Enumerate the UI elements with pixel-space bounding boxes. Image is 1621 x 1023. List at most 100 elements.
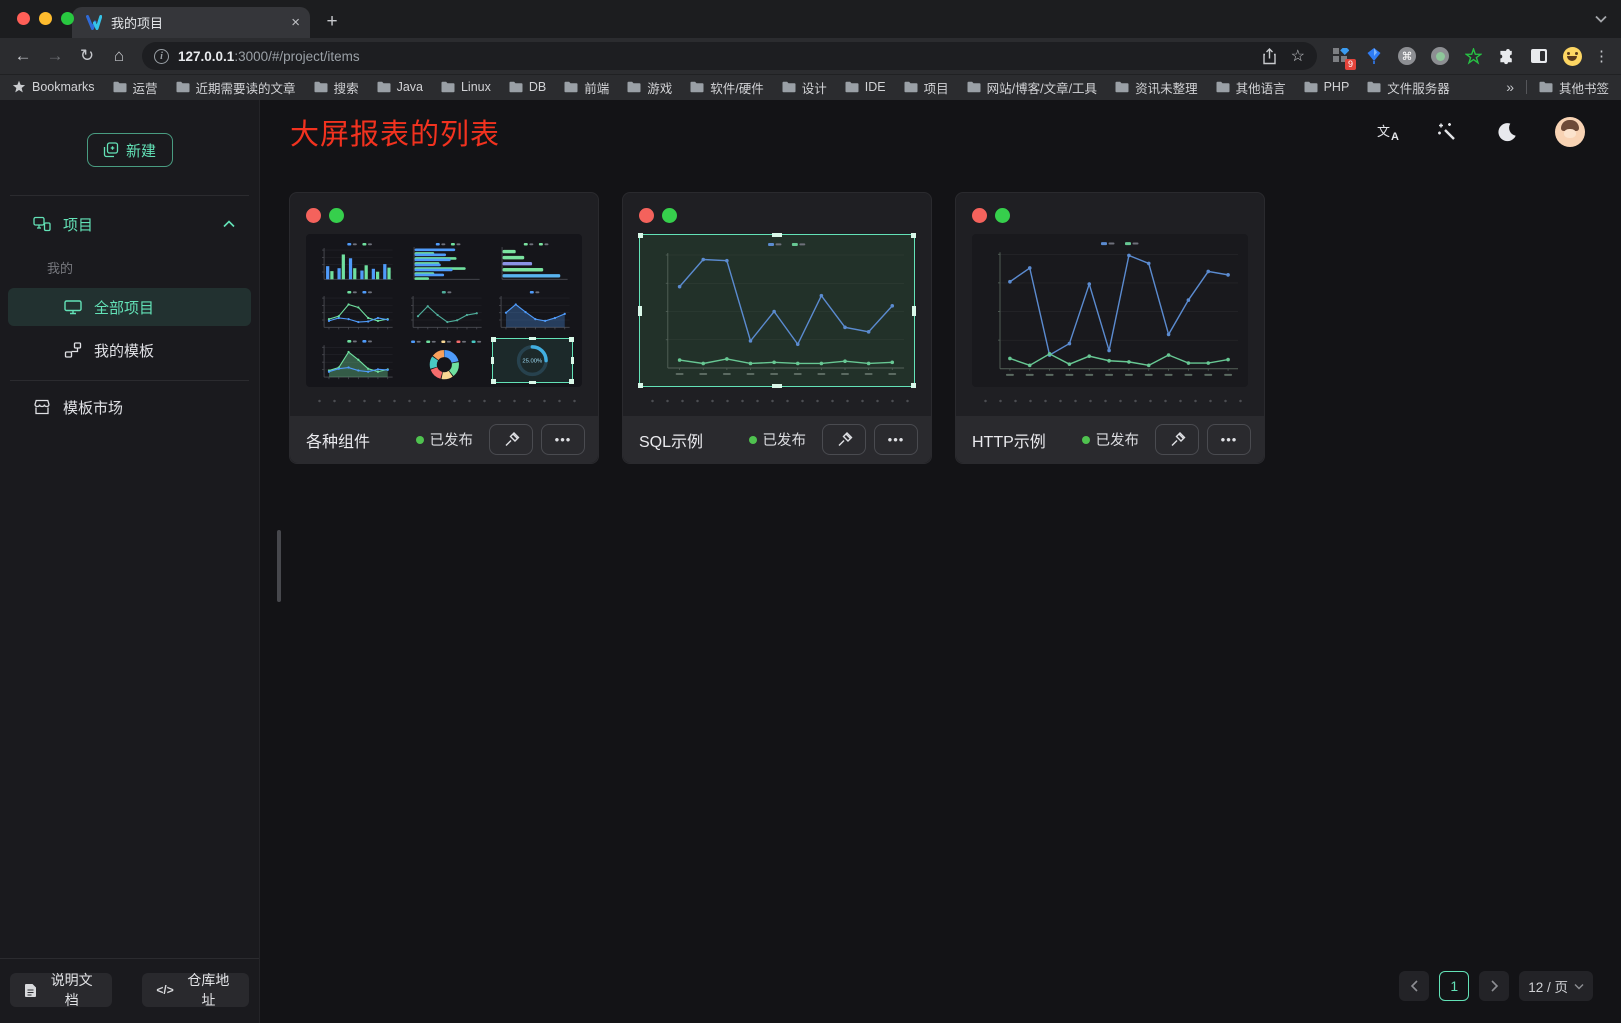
profile-avatar-icon[interactable] xyxy=(1562,46,1582,66)
selection-handle[interactable] xyxy=(529,337,536,340)
more-button[interactable]: ••• xyxy=(541,424,585,455)
template-flow-icon xyxy=(64,342,82,358)
new-project-button[interactable]: 新建 xyxy=(87,133,173,167)
red-dot xyxy=(972,208,987,223)
bookmarks-root[interactable]: Bookmarks xyxy=(12,80,95,94)
magic-wand-icon[interactable] xyxy=(1435,120,1459,144)
address-bar[interactable]: i 127.0.0.1:3000/#/project/items ☆ xyxy=(142,42,1317,70)
chevron-up-icon[interactable] xyxy=(223,220,235,228)
selected-component[interactable]: 25.00% xyxy=(492,338,573,383)
bookmark-folder[interactable]: 资讯未整理 xyxy=(1115,78,1198,97)
page-number-button[interactable]: 1 xyxy=(1439,971,1469,1001)
next-page-button[interactable] xyxy=(1479,971,1509,1001)
other-bookmarks-folder[interactable]: 其他书签 xyxy=(1539,78,1609,97)
page-size-select[interactable]: 12 / 页 xyxy=(1519,971,1593,1001)
bookmark-folder[interactable]: IDE xyxy=(845,80,886,94)
selection-handle[interactable] xyxy=(772,233,782,237)
selection-handle[interactable] xyxy=(638,233,643,238)
bookmark-folder[interactable]: 运营 xyxy=(113,78,158,97)
close-window-button[interactable] xyxy=(17,12,30,25)
bookmark-folder[interactable]: 软件/硬件 xyxy=(690,78,763,97)
selection-handle[interactable] xyxy=(569,379,574,384)
browser-toolbar: ← → ↻ ⌂ i 127.0.0.1:3000/#/project/items… xyxy=(0,38,1621,74)
sidebar-item-all-projects[interactable]: 全部项目 xyxy=(8,288,251,326)
tab-manager-extension-icon[interactable]: 9 xyxy=(1331,46,1351,66)
bookmark-folder[interactable]: 近期需要读的文章 xyxy=(176,78,296,97)
extensions-puzzle-icon[interactable] xyxy=(1496,46,1516,66)
bookmark-folder[interactable]: 项目 xyxy=(904,78,949,97)
bookmark-star-icon[interactable]: ☆ xyxy=(1291,46,1305,66)
project-card[interactable]: SQL示例 已发布 ••• xyxy=(622,192,932,464)
tab-search-chevron-icon[interactable] xyxy=(1595,15,1607,23)
project-thumbnail[interactable] xyxy=(639,234,915,387)
bookmark-folder[interactable]: 游戏 xyxy=(627,78,672,97)
bookmark-folder[interactable]: Linux xyxy=(441,80,491,94)
edit-button[interactable] xyxy=(1155,424,1199,455)
back-button[interactable]: ← xyxy=(8,41,38,71)
edit-button[interactable] xyxy=(822,424,866,455)
selection-handle[interactable] xyxy=(911,383,916,388)
selection-handle[interactable] xyxy=(529,381,536,384)
svg-text:25.00%: 25.00% xyxy=(523,358,544,364)
prev-page-button[interactable] xyxy=(1399,971,1429,1001)
tab-close-icon[interactable]: × xyxy=(291,15,300,30)
bookmark-folder[interactable]: DB xyxy=(509,80,546,94)
project-card[interactable]: HTTP示例 已发布 ••• xyxy=(955,192,1265,464)
user-avatar[interactable] xyxy=(1555,117,1585,147)
side-panel-icon[interactable] xyxy=(1529,46,1549,66)
share-icon[interactable] xyxy=(1262,48,1277,65)
sidebar-item-my-templates[interactable]: 我的模板 xyxy=(0,330,259,370)
balloon-extension-icon[interactable] xyxy=(1364,46,1384,66)
bookmark-folder[interactable]: Java xyxy=(377,80,423,94)
green-dot xyxy=(662,208,677,223)
bookmark-folder[interactable]: 其他语言 xyxy=(1216,78,1286,97)
selection-handle[interactable] xyxy=(569,337,574,342)
browser-tab[interactable]: 我的项目 × xyxy=(72,7,310,38)
selection-handle[interactable] xyxy=(491,357,494,364)
url-text[interactable]: 127.0.0.1:3000/#/project/items xyxy=(178,49,1253,64)
scrollbar-thumb[interactable] xyxy=(277,530,281,602)
bookmark-folder[interactable]: 前端 xyxy=(564,78,609,97)
sidebar-item-project[interactable]: 项目 xyxy=(0,204,259,244)
repo-button[interactable]: </> 仓库地址 xyxy=(142,973,249,1007)
red-dot xyxy=(639,208,654,223)
selection-handle[interactable] xyxy=(491,379,496,384)
bookmark-folder[interactable]: 设计 xyxy=(782,78,827,97)
more-button[interactable]: ••• xyxy=(1207,424,1251,455)
edit-button[interactable] xyxy=(489,424,533,455)
selection-handle[interactable] xyxy=(638,383,643,388)
browser-menu-icon[interactable]: ⋮ xyxy=(1594,47,1609,65)
recorder-extension-icon[interactable] xyxy=(1430,46,1450,66)
bookmark-folder[interactable]: 网站/博客/文章/工具 xyxy=(967,78,1097,97)
home-button[interactable]: ⌂ xyxy=(104,41,134,71)
project-thumbnail[interactable] xyxy=(972,234,1248,387)
zoom-window-button[interactable] xyxy=(61,12,74,25)
more-button[interactable]: ••• xyxy=(874,424,918,455)
star-extension-icon[interactable] xyxy=(1463,46,1483,66)
language-icon[interactable]: 文A xyxy=(1377,121,1399,143)
bookmark-folder[interactable]: 文件服务器 xyxy=(1367,78,1450,97)
project-card-list: 25.00% 各种组件 已发布 xyxy=(260,164,1621,464)
selection-handle[interactable] xyxy=(772,384,782,388)
bookmarks-overflow-chevron[interactable]: » xyxy=(1506,79,1514,95)
new-tab-button[interactable]: + xyxy=(318,8,346,36)
selection-handle[interactable] xyxy=(911,233,916,238)
command-extension-icon[interactable]: ⌘ xyxy=(1397,46,1417,66)
site-info-icon[interactable]: i xyxy=(154,49,169,64)
selection-handle[interactable] xyxy=(491,337,496,342)
docs-button[interactable]: 说明文档 xyxy=(10,973,112,1007)
tab-title: 我的项目 xyxy=(111,13,282,32)
minimize-window-button[interactable] xyxy=(39,12,52,25)
selection-handle[interactable] xyxy=(638,306,642,316)
project-thumbnail[interactable]: 25.00% xyxy=(306,234,582,387)
project-card[interactable]: 25.00% 各种组件 已发布 xyxy=(289,192,599,464)
forward-button[interactable]: → xyxy=(40,41,70,71)
selection-handle[interactable] xyxy=(912,306,916,316)
monitor-icon xyxy=(64,299,82,315)
dark-mode-moon-icon[interactable] xyxy=(1495,120,1519,144)
bookmark-folder[interactable]: 搜索 xyxy=(314,78,359,97)
sidebar-item-template-market[interactable]: 模板市场 xyxy=(0,387,259,427)
bookmark-folder[interactable]: PHP xyxy=(1304,80,1350,94)
selection-handle[interactable] xyxy=(571,357,574,364)
reload-button[interactable]: ↻ xyxy=(72,41,102,71)
